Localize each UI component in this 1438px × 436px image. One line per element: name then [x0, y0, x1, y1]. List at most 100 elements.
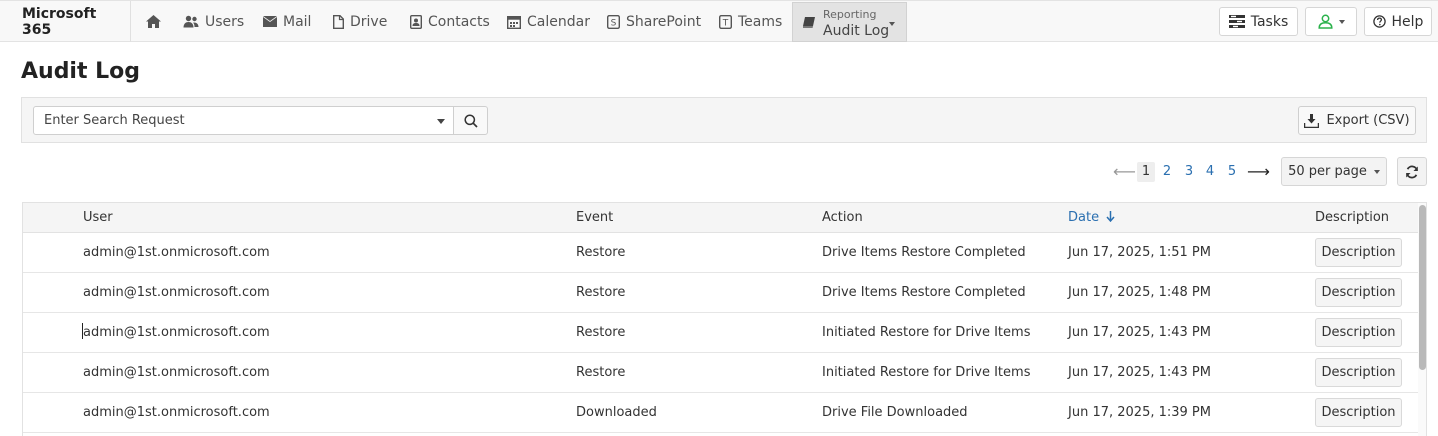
cell-event: Restore	[576, 365, 626, 380]
cell-user: admin@1st.onmicrosoft.com	[83, 365, 270, 380]
page-title: Audit Log	[21, 59, 141, 84]
help-icon	[1372, 15, 1386, 28]
nav-mail[interactable]: Mail	[263, 1, 311, 42]
pagination-page-4[interactable]: 4	[1201, 162, 1219, 182]
nav-drive[interactable]: Drive	[333, 1, 387, 42]
search-toolbar: Export (CSV)	[21, 97, 1427, 143]
column-date-label: Date	[1068, 210, 1100, 225]
teams-icon: T	[719, 14, 732, 29]
nav-users[interactable]: Users	[183, 1, 244, 42]
cell-user: admin@1st.onmicrosoft.com	[83, 405, 270, 420]
pagination-next[interactable]: ⟶	[1247, 163, 1270, 181]
cell-user: admin@1st.onmicrosoft.com	[83, 325, 270, 340]
column-event[interactable]: Event	[576, 210, 613, 225]
pagination-prev[interactable]: ⟵	[1113, 163, 1136, 181]
cell-action: Initiated Restore for Drive Items	[822, 365, 1031, 380]
refresh-icon	[1406, 165, 1418, 178]
nav-calendar[interactable]: Calendar	[507, 1, 590, 42]
cell-action: Drive File Downloaded	[822, 405, 968, 420]
description-button[interactable]: Description	[1315, 358, 1402, 387]
cell-date: Jun 17, 2025, 1:48 PM	[1068, 285, 1211, 300]
pagination-page-2[interactable]: 2	[1158, 162, 1176, 182]
column-action[interactable]: Action	[822, 210, 863, 225]
cell-date: Jun 17, 2025, 1:51 PM	[1068, 245, 1211, 260]
column-user[interactable]: User	[83, 210, 113, 225]
svg-text:T: T	[722, 18, 729, 28]
table-header: User Event Action Date Description	[23, 203, 1418, 233]
search-button[interactable]	[453, 106, 488, 135]
cell-action: Drive Items Restore Completed	[822, 245, 1026, 260]
cell-event: Downloaded	[576, 405, 657, 420]
users-icon	[183, 15, 199, 28]
nav-users-label: Users	[205, 13, 245, 30]
description-button[interactable]: Description	[1315, 238, 1402, 267]
mail-icon	[263, 16, 277, 27]
cell-action: Drive Items Restore Completed	[822, 285, 1026, 300]
user-icon	[1317, 14, 1333, 29]
top-navbar: Microsoft 365 Users Mail Drive Contacts …	[0, 0, 1438, 42]
text-cursor	[82, 323, 83, 339]
tasks-button[interactable]: Tasks	[1219, 7, 1298, 36]
cell-user: admin@1st.onmicrosoft.com	[83, 245, 270, 260]
nav-sharepoint-label: SharePoint	[626, 13, 702, 30]
description-button[interactable]: Description	[1315, 318, 1402, 347]
nav-teams-label: Teams	[738, 13, 783, 30]
search-input[interactable]	[34, 107, 432, 134]
column-date[interactable]: Date	[1068, 210, 1115, 225]
nav-sharepoint[interactable]: S SharePoint	[607, 1, 701, 42]
table-row[interactable]: admin@1st.onmicrosoft.com Downloaded Dri…	[23, 393, 1418, 433]
nav-calendar-label: Calendar	[527, 13, 590, 30]
pagination-page-3[interactable]: 3	[1180, 162, 1198, 182]
chevron-down-icon[interactable]	[437, 119, 445, 124]
description-button[interactable]: Description	[1315, 278, 1402, 307]
audit-log-table: User Event Action Date Description admin…	[22, 202, 1427, 436]
description-button[interactable]: Description	[1315, 398, 1402, 427]
table-row[interactable]: admin@1st.onmicrosoft.com Restore Drive …	[23, 233, 1418, 273]
export-csv-label: Export (CSV)	[1326, 113, 1410, 128]
user-menu-button[interactable]	[1305, 7, 1357, 36]
cell-event: Restore	[576, 285, 626, 300]
cell-action: Initiated Restore for Drive Items	[822, 325, 1031, 340]
table-row[interactable]: admin@1st.onmicrosoft.com Restore Initia…	[23, 313, 1418, 353]
sharepoint-icon: S	[607, 14, 620, 29]
chevron-down-icon	[1373, 169, 1380, 174]
nav-contacts-label: Contacts	[428, 13, 490, 30]
calendar-icon	[507, 15, 521, 29]
home-icon	[146, 15, 161, 28]
export-csv-button[interactable]: Export (CSV)	[1298, 106, 1416, 135]
chevron-down-icon	[889, 22, 895, 26]
nav-audit-log-label: Audit Log	[823, 23, 890, 39]
contacts-icon	[410, 14, 422, 29]
per-page-label: 50 per page	[1288, 164, 1367, 179]
arrow-down-icon	[1106, 211, 1115, 223]
cell-date: Jun 17, 2025, 1:39 PM	[1068, 405, 1211, 420]
book-icon	[803, 17, 815, 28]
cell-user: admin@1st.onmicrosoft.com	[83, 285, 270, 300]
cell-event: Restore	[576, 325, 626, 340]
search-combobox[interactable]	[33, 106, 454, 135]
file-icon	[333, 14, 344, 29]
table-row[interactable]: admin@1st.onmicrosoft.com Restore Drive …	[23, 273, 1418, 313]
chevron-down-icon	[1338, 19, 1345, 24]
nav-contacts[interactable]: Contacts	[410, 1, 490, 42]
tasks-icon	[1228, 15, 1245, 28]
table-row[interactable]: admin@1st.onmicrosoft.com Restore Initia…	[23, 353, 1418, 393]
cell-date: Jun 17, 2025, 1:43 PM	[1068, 325, 1211, 340]
download-icon	[1304, 113, 1320, 128]
svg-text:S: S	[611, 18, 617, 28]
tasks-label: Tasks	[1250, 13, 1289, 30]
nav-drive-label: Drive	[350, 13, 388, 30]
refresh-button[interactable]	[1397, 157, 1427, 186]
nav-teams[interactable]: T Teams	[719, 1, 782, 42]
search-icon	[463, 113, 478, 128]
pagination-page-5[interactable]: 5	[1223, 162, 1241, 182]
column-description: Description	[1315, 210, 1390, 225]
pagination-page-1[interactable]: 1	[1137, 162, 1155, 182]
brand-title[interactable]: Microsoft 365	[0, 1, 131, 42]
nav-home[interactable]	[145, 1, 162, 42]
help-button[interactable]: Help	[1364, 7, 1432, 36]
nav-mail-label: Mail	[283, 13, 312, 30]
per-page-select[interactable]: 50 per page	[1281, 157, 1387, 186]
table-scrollbar-thumb[interactable]	[1419, 205, 1426, 370]
nav-reporting-audit-log[interactable]: Reporting Audit Log	[792, 2, 907, 42]
